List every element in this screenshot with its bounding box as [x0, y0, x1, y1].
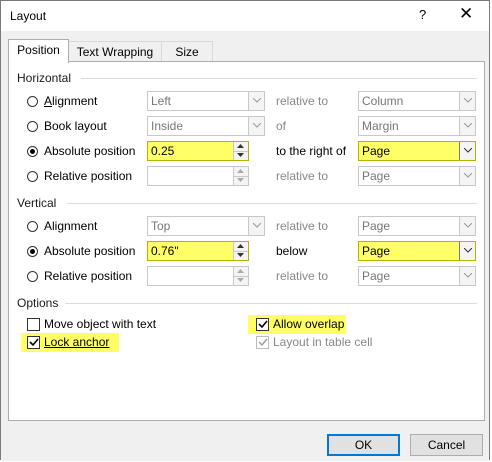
h-alignment-target: Column [362, 94, 404, 108]
spinner[interactable] [233, 242, 248, 260]
section-vertical: Vertical [17, 196, 57, 210]
h-absolute-position-label: Absolute position [44, 144, 136, 158]
spin-down-icon[interactable] [234, 276, 248, 285]
h-relative-position-label: Relative position [44, 169, 133, 183]
h-absolute-position-input[interactable]: 0.25 [147, 141, 249, 161]
cancel-button[interactable]: Cancel [410, 434, 483, 456]
h-alignment-radio[interactable] [27, 96, 38, 107]
chevron-down-icon[interactable] [459, 142, 475, 160]
divider [67, 203, 477, 204]
v-relative-position-label: Relative position [44, 269, 133, 283]
v-absolute-position-target-select[interactable]: Page [358, 241, 476, 261]
h-absolute-position-radio[interactable] [27, 146, 38, 157]
v-relative-position-relation: relative to [276, 269, 329, 283]
lock-anchor-checkbox[interactable] [27, 336, 40, 349]
spinner[interactable] [233, 267, 248, 285]
layout-in-table-label: Layout in table cell [273, 335, 373, 349]
h-relative-position-radio[interactable] [27, 171, 38, 182]
allow-overlap-checkbox[interactable] [256, 318, 269, 331]
check-icon [258, 338, 268, 347]
allow-overlap-label: Allow overlap [273, 317, 345, 331]
h-alignment-label: Alignment [44, 94, 98, 108]
divider [81, 78, 477, 79]
v-relative-position-radio[interactable] [27, 271, 38, 282]
dialog-title: Layout [10, 9, 47, 23]
chevron-down-icon[interactable] [459, 117, 475, 135]
v-alignment-label: Alignment [44, 219, 98, 233]
v-relative-position-input[interactable] [147, 266, 249, 286]
v-absolute-position-target: Page [362, 244, 391, 258]
check-icon [29, 338, 39, 347]
spinner[interactable] [233, 142, 248, 160]
v-absolute-position-input[interactable]: 0.76" [147, 241, 249, 261]
chevron-down-icon[interactable] [459, 167, 475, 185]
divider [65, 303, 477, 304]
chevron-down-icon[interactable] [459, 267, 475, 285]
help-button[interactable]: ? [419, 7, 426, 22]
v-alignment-value: Top [151, 219, 171, 233]
chevron-down-icon[interactable] [248, 117, 264, 135]
v-absolute-position-radio[interactable] [27, 246, 38, 257]
chevron-down-icon[interactable] [248, 92, 264, 110]
v-absolute-position-label: Absolute position [44, 244, 136, 258]
h-absolute-position-value: 0.25 [151, 144, 175, 158]
h-book-layout-target: Margin [362, 119, 399, 133]
h-book-layout-label: Book layout [44, 119, 107, 133]
layout-in-table-checkbox[interactable] [256, 336, 269, 349]
tab-text-wrapping[interactable]: Text Wrapping [67, 41, 163, 62]
section-horizontal: Horizontal [17, 71, 72, 85]
dialog-footer: OK Cancel [1, 429, 489, 461]
chevron-down-icon[interactable] [459, 92, 475, 110]
v-absolute-position-value: 0.76" [151, 244, 179, 258]
v-alignment-relation: relative to [276, 219, 329, 233]
title-bar: Layout ? ✕ [1, 1, 489, 31]
h-book-layout-value: Inside [151, 119, 184, 133]
v-relative-position-target: Page [362, 269, 391, 283]
h-alignment-relation: relative to [276, 94, 329, 108]
chevron-down-icon[interactable] [248, 217, 264, 235]
spin-down-icon[interactable] [234, 176, 248, 185]
tab-panel-position: Horizontal Alignment Left relative to Co… [8, 61, 485, 421]
h-relative-position-target: Page [362, 169, 391, 183]
h-alignment-select[interactable]: Left [147, 91, 265, 111]
chevron-down-icon[interactable] [459, 217, 475, 235]
h-book-layout-radio[interactable] [27, 121, 38, 132]
spin-down-icon[interactable] [234, 251, 248, 260]
ok-button[interactable]: OK [327, 434, 400, 456]
chevron-down-icon[interactable] [459, 242, 475, 260]
h-alignment-text: lignment [52, 94, 98, 108]
v-alignment-radio[interactable] [27, 221, 38, 232]
h-relative-position-input[interactable] [147, 166, 249, 186]
v-alignment-target: Page [362, 219, 391, 233]
h-book-layout-relation: of [276, 119, 287, 133]
close-button[interactable]: ✕ [459, 4, 473, 24]
tab-position[interactable]: Position [8, 39, 69, 63]
tab-size[interactable]: Size [161, 41, 213, 62]
lock-anchor-label: Lock anchor [44, 335, 110, 349]
h-alignment-value: Left [151, 94, 172, 108]
h-absolute-position-target: Page [362, 144, 391, 158]
check-icon [258, 320, 268, 329]
section-options: Options [17, 296, 59, 310]
h-book-layout-target-select[interactable]: Margin [358, 116, 476, 136]
dialog-body: Position Text Wrapping Size Horizontal A… [1, 31, 489, 429]
h-alignment-target-select[interactable]: Column [358, 91, 476, 111]
v-alignment-target-select[interactable]: Page [358, 216, 476, 236]
h-relative-position-relation: relative to [276, 169, 329, 183]
h-relative-position-target-select[interactable]: Page [358, 166, 476, 186]
spin-down-icon[interactable] [234, 151, 248, 160]
move-object-label: Move object with text [44, 317, 157, 331]
v-relative-position-target-select[interactable]: Page [358, 266, 476, 286]
h-absolute-position-target-select[interactable]: Page [358, 141, 476, 161]
h-book-layout-select[interactable]: Inside [147, 116, 265, 136]
h-absolute-position-relation: to the right of [276, 144, 347, 158]
spinner[interactable] [233, 167, 248, 185]
v-alignment-select[interactable]: Top [147, 216, 265, 236]
move-object-checkbox[interactable] [27, 318, 40, 331]
layout-dialog: Layout ? ✕ Position Text Wrapping Size H… [0, 0, 490, 461]
v-absolute-position-relation: below [276, 244, 308, 258]
